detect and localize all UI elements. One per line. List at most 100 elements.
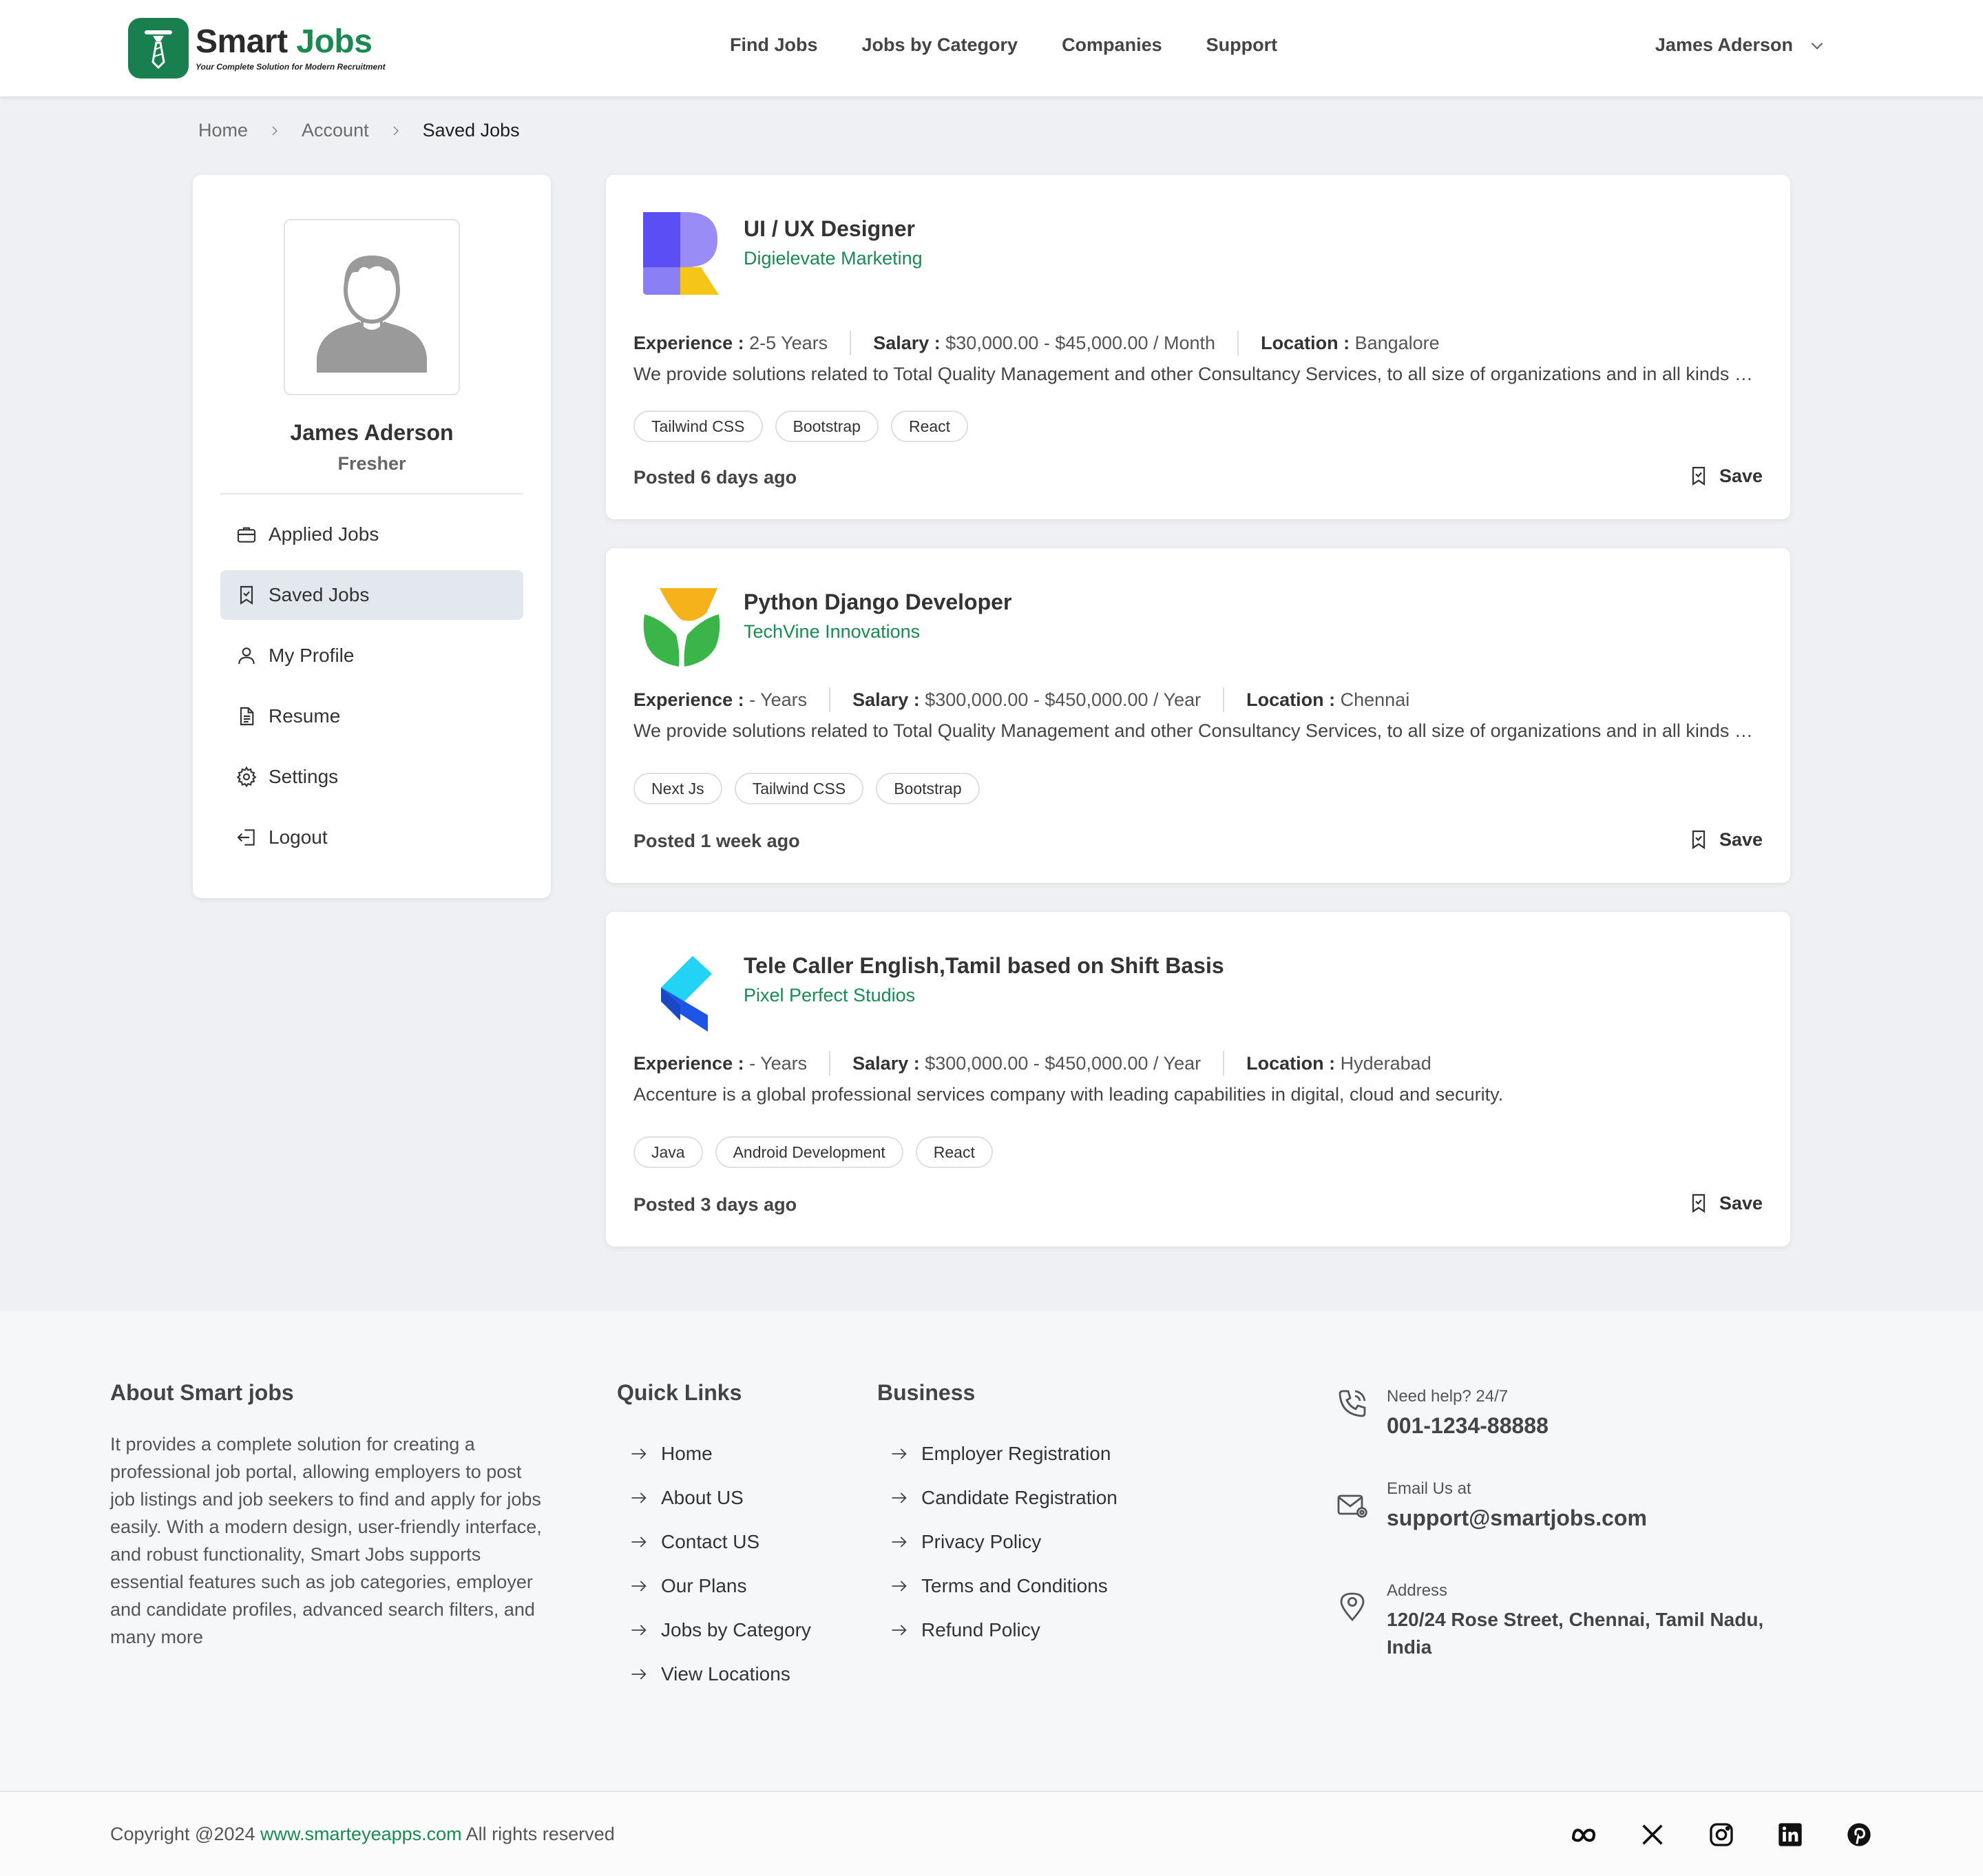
- footer-link-view-locations[interactable]: View Locations: [617, 1652, 811, 1696]
- experience-value: - Years: [749, 1052, 808, 1074]
- save-button[interactable]: Save: [1688, 1191, 1763, 1215]
- brand-name: Smart Jobs: [196, 23, 373, 60]
- job-title[interactable]: Python Django Developer: [744, 590, 1011, 615]
- job-card[interactable]: Python Django Developer TechVine Innovat…: [606, 548, 1790, 883]
- experience-value: - Years: [749, 689, 808, 710]
- footer-quick-links-heading: Quick Links: [617, 1380, 742, 1405]
- arrow-right-icon: [892, 1492, 907, 1503]
- job-card[interactable]: Tele Caller English,Tamil based on Shift…: [606, 912, 1790, 1247]
- pinterest-icon[interactable]: [1845, 1821, 1873, 1848]
- document-icon: [240, 707, 254, 726]
- phone-icon: [1339, 1390, 1366, 1417]
- social-links: [1570, 1821, 1873, 1848]
- avatar: [284, 219, 460, 395]
- breadcrumb-account[interactable]: Account: [302, 120, 369, 141]
- chevron-down-icon: [1811, 42, 1823, 50]
- job-tags: Java Android Development React: [633, 1136, 993, 1168]
- breadcrumb-home[interactable]: Home: [198, 120, 248, 141]
- sidebar-menu: Applied Jobs Saved Jobs My Profile Resum…: [220, 510, 523, 873]
- brand-logo[interactable]: Smart Jobs Your Complete Solution for Mo…: [128, 18, 386, 79]
- breadcrumb: Home Account Saved Jobs: [198, 120, 520, 141]
- nav-find-jobs[interactable]: Find Jobs: [730, 34, 818, 56]
- arrow-right-icon: [631, 1625, 647, 1636]
- instagram-icon[interactable]: [1708, 1821, 1735, 1848]
- sidebar-item-my-profile[interactable]: My Profile: [220, 631, 523, 680]
- save-label: Save: [1719, 828, 1763, 850]
- skill-tag: Bootstrap: [876, 773, 980, 804]
- footer-link-contact[interactable]: Contact US: [617, 1520, 811, 1564]
- job-title[interactable]: UI / UX Designer: [744, 216, 915, 242]
- meta-separator: [850, 331, 852, 355]
- footer-link-privacy-policy[interactable]: Privacy Policy: [877, 1520, 1118, 1564]
- job-company[interactable]: Digielevate Marketing: [744, 248, 923, 269]
- r-logo-icon: [640, 209, 723, 299]
- arrow-right-icon: [631, 1448, 647, 1459]
- job-company[interactable]: Pixel Perfect Studios: [744, 985, 915, 1006]
- footer-link-employer-registration[interactable]: Employer Registration: [877, 1432, 1118, 1476]
- location-value: Chennai: [1340, 689, 1410, 710]
- sidebar-item-label: Settings: [269, 766, 339, 787]
- sidebar-item-label: Logout: [269, 826, 328, 848]
- sidebar-item-settings[interactable]: Settings: [220, 752, 523, 802]
- job-posted-time: Posted 6 days ago: [633, 467, 797, 488]
- gear-icon: [236, 766, 257, 788]
- arrow-right-icon: [631, 1581, 647, 1592]
- sidebar-item-applied-jobs[interactable]: Applied Jobs: [220, 510, 523, 559]
- job-tags: Next Js Tailwind CSS Bootstrap: [633, 773, 980, 804]
- meta-icon[interactable]: [1570, 1821, 1597, 1848]
- user-menu[interactable]: James Aderson: [1655, 34, 1826, 56]
- job-title[interactable]: Tele Caller English,Tamil based on Shift…: [744, 953, 1224, 979]
- nav-jobs-by-category[interactable]: Jobs by Category: [862, 34, 1018, 56]
- job-meta: Experience : - Years Salary : $300,000.0…: [633, 1051, 1431, 1076]
- location-value: Bangalore: [1354, 332, 1440, 353]
- location-label: Location :: [1246, 689, 1336, 710]
- sidebar-item-logout[interactable]: Logout: [220, 813, 523, 862]
- job-description: We provide solutions related to Total Qu…: [633, 364, 1763, 384]
- contact-email-value[interactable]: support@smartjobs.com: [1387, 1504, 1647, 1532]
- job-meta: Experience : 2-5 Years Salary : $30,000.…: [633, 331, 1440, 355]
- job-posted-time: Posted 1 week ago: [633, 831, 800, 851]
- salary-value: $30,000.00 - $45,000.00 / Month: [945, 332, 1216, 353]
- job-company[interactable]: TechVine Innovations: [744, 621, 920, 643]
- meta-separator: [829, 687, 831, 712]
- contact-address-value: 120/24 Rose Street, Chennai, Tamil Nadu,…: [1387, 1609, 1764, 1658]
- nav-support[interactable]: Support: [1206, 34, 1277, 56]
- sidebar-item-saved-jobs[interactable]: Saved Jobs: [220, 570, 523, 620]
- contact-phone-value[interactable]: 001-1234-88888: [1387, 1412, 1549, 1439]
- footer-link-jobs-by-category[interactable]: Jobs by Category: [617, 1608, 811, 1652]
- x-icon[interactable]: [1639, 1821, 1666, 1848]
- save-button[interactable]: Save: [1688, 464, 1763, 488]
- footer-link-refund-policy[interactable]: Refund Policy: [877, 1608, 1118, 1652]
- contact-phone-label: Need help? 24/7: [1387, 1387, 1509, 1406]
- contact-address: Address 120/24 Rose Street, Chennai, Tam…: [1336, 1581, 1772, 1661]
- salary-value: $300,000.00 - $450,000.00 / Year: [925, 689, 1202, 710]
- salary-value: $300,000.00 - $450,000.00 / Year: [925, 1052, 1202, 1074]
- bookmark-check-icon: [1692, 830, 1706, 850]
- location-label: Location :: [1261, 332, 1350, 353]
- tie-icon: [128, 18, 189, 79]
- contact-phone: Need help? 24/7 001-1234-88888: [1336, 1387, 1549, 1439]
- copyright-bar: Copyright @2024 www.smarteyeapps.com All…: [0, 1791, 1983, 1876]
- footer-link-terms[interactable]: Terms and Conditions: [877, 1564, 1118, 1608]
- linkedin-icon[interactable]: [1776, 1821, 1804, 1848]
- profile-role: Fresher: [337, 453, 406, 474]
- footer-link-plans[interactable]: Our Plans: [617, 1564, 811, 1608]
- skill-tag: React: [890, 410, 969, 442]
- footer-link-candidate-registration[interactable]: Candidate Registration: [877, 1476, 1118, 1520]
- skill-tag: React: [915, 1136, 993, 1168]
- meta-separator: [1223, 687, 1225, 712]
- footer-about-text: It provides a complete solution for crea…: [110, 1434, 542, 1647]
- nav-companies[interactable]: Companies: [1062, 34, 1162, 56]
- top-header: Smart Jobs Your Complete Solution for Mo…: [0, 0, 1983, 96]
- save-label: Save: [1719, 1192, 1763, 1213]
- copyright-site-link[interactable]: www.smarteyeapps.com: [260, 1824, 462, 1844]
- experience-label: Experience :: [633, 1052, 744, 1074]
- sidebar-item-resume[interactable]: Resume: [220, 691, 523, 741]
- footer-link-about[interactable]: About US: [617, 1476, 811, 1520]
- footer-link-home[interactable]: Home: [617, 1432, 811, 1476]
- job-card[interactable]: UI / UX Designer Digielevate Marketing E…: [606, 175, 1790, 519]
- salary-label: Salary :: [873, 332, 941, 353]
- save-button[interactable]: Save: [1688, 828, 1763, 851]
- arrow-right-icon: [631, 1669, 647, 1680]
- skill-tag: Android Development: [715, 1136, 903, 1168]
